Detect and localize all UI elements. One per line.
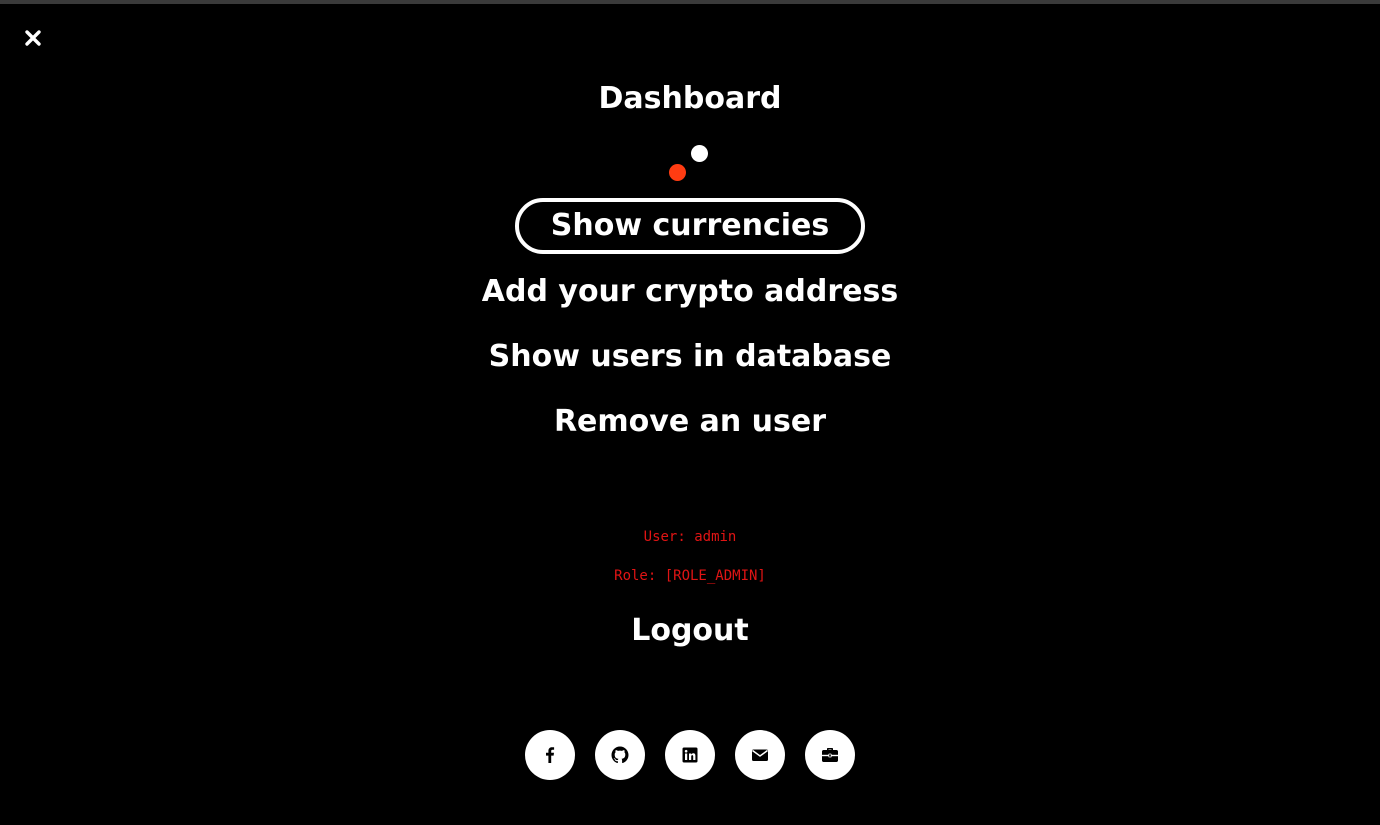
facebook-link[interactable]	[525, 730, 575, 780]
github-icon	[611, 746, 629, 764]
briefcase-icon	[822, 748, 838, 762]
menu-item-label: Add your crypto address	[481, 274, 899, 309]
portfolio-link[interactable]	[805, 730, 855, 780]
linkedin-icon	[682, 747, 698, 763]
loading-dot-white	[691, 145, 708, 162]
social-links	[0, 730, 1380, 780]
email-icon	[752, 749, 768, 761]
current-role-text: Role: [ROLE_ADMIN]	[614, 568, 766, 584]
github-link[interactable]	[595, 730, 645, 780]
menu-title: Dashboard	[598, 81, 782, 116]
menu-item-label: Show currencies	[514, 198, 866, 254]
loading-dot-red	[669, 164, 686, 181]
navigation-overlay: Dashboard Show currencies Add your crypt…	[0, 0, 1380, 825]
logout-label: Logout	[631, 613, 749, 648]
menu-item-remove-user[interactable]: Remove an user	[0, 403, 1380, 441]
menu-item-label: Show users in database	[488, 339, 892, 374]
facebook-icon	[546, 747, 555, 763]
menu-item-show-currencies[interactable]: Show currencies	[0, 198, 1380, 254]
logout-link[interactable]: Logout	[0, 612, 1380, 650]
menu-item-show-users[interactable]: Show users in database	[0, 338, 1380, 376]
linkedin-link[interactable]	[665, 730, 715, 780]
email-link[interactable]	[735, 730, 785, 780]
menu-item-label: Remove an user	[553, 404, 827, 439]
current-user-text: User: admin	[643, 529, 737, 545]
menu-item-add-crypto-address[interactable]: Add your crypto address	[0, 273, 1380, 311]
